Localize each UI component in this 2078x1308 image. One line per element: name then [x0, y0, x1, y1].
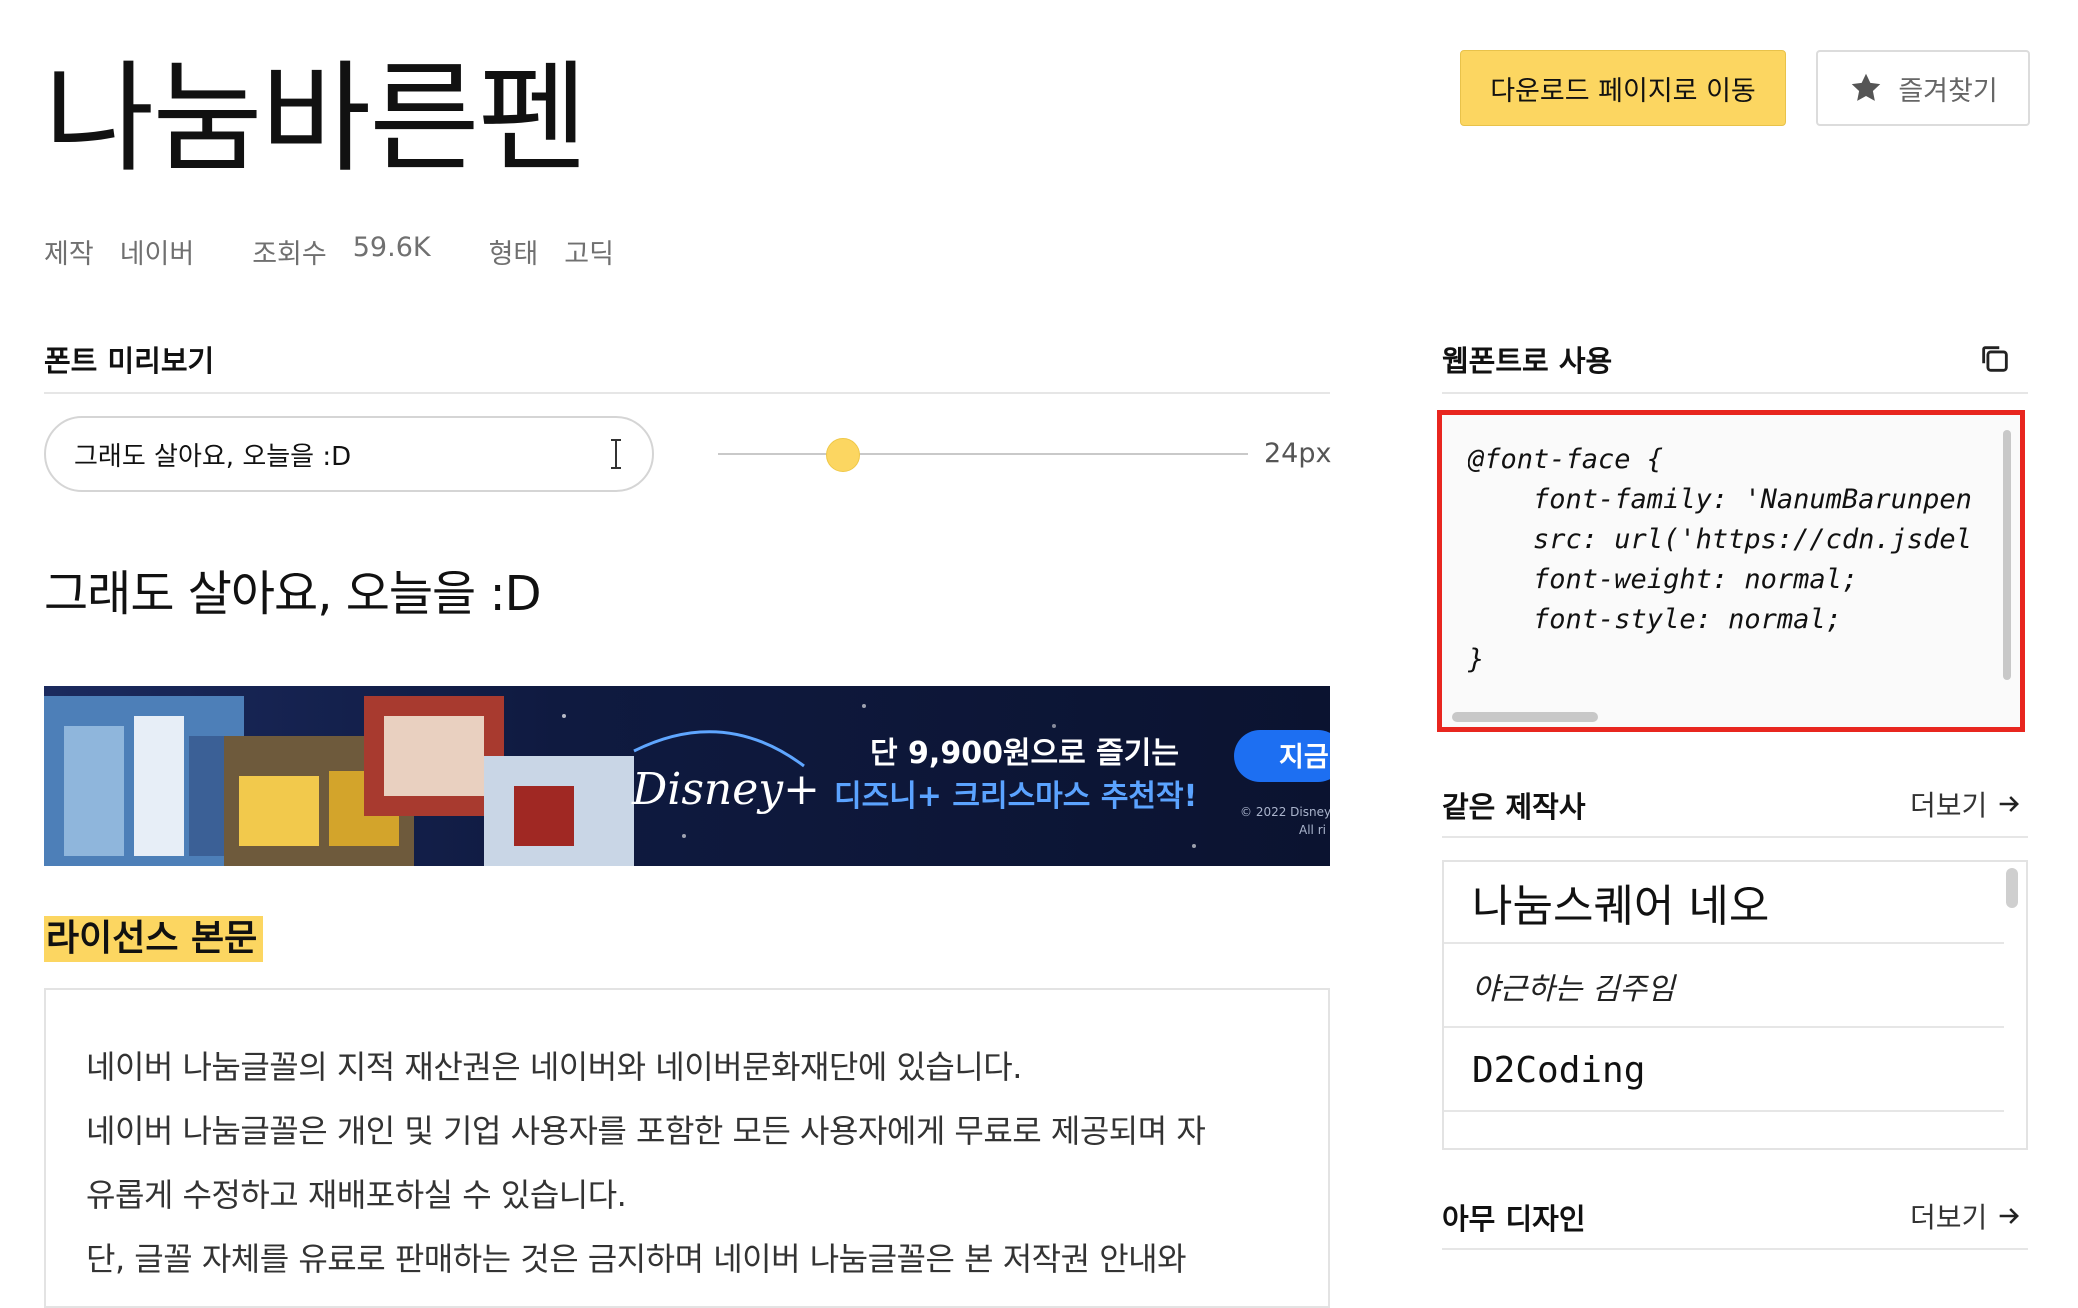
same-maker-list[interactable]: 나눔스퀘어 네오 야근하는 김주임 D2Coding — [1442, 860, 2028, 1150]
list-item[interactable]: 야근하는 김주임 — [1444, 946, 2004, 1028]
list-item-label: D2Coding — [1472, 1049, 1646, 1091]
arrow-right-icon — [1999, 1208, 2020, 1224]
webfont-section-title: 웹폰트로 사용 — [1442, 344, 1613, 378]
meta-views-value: 59.6K — [352, 232, 431, 263]
meta-views-label: 조회수 — [252, 239, 327, 270]
list-scrollbar[interactable] — [2006, 868, 2018, 908]
preview-section-title: 폰트 미리보기 — [44, 344, 215, 378]
font-meta: 제작 네이버 조회수 59.6K 형태 고딕 — [44, 232, 672, 271]
banner-brand: Disney+ — [631, 764, 820, 815]
arrow-right-icon — [1999, 796, 2020, 812]
license-line: 네이버 나눔글꼴의 지적 재산권은 네이버와 네이버문화재단에 있습니다. — [86, 1048, 1022, 1086]
banner-subline: 디즈니+ 크리스마스 추천작! — [834, 779, 1197, 814]
star-icon — [1852, 73, 1881, 101]
font-size-slider-track[interactable] — [718, 453, 1248, 455]
more-link-label: 더보기 — [1910, 1201, 1988, 1234]
license-title: 라이선스 본문 — [44, 916, 264, 962]
preview-rendered-text: 그래도 살아요, 오늘을 :D — [44, 566, 542, 622]
same-maker-more-link[interactable]: 더보기 — [1910, 784, 2023, 824]
meta-maker-label: 제작 — [44, 239, 94, 270]
preview-text-input[interactable] — [72, 438, 606, 470]
download-page-button[interactable]: 다운로드 페이지로 이동 — [1460, 50, 1786, 126]
favorite-label: 즐겨찾기 — [1898, 75, 1998, 107]
amu-divider — [1442, 1248, 2028, 1250]
banner-headline: 단 9,900원으로 즐기는 — [870, 736, 1179, 771]
favorite-button[interactable]: 즐겨찾기 — [1816, 50, 2030, 126]
list-item-label: 야근하는 김주임 — [1472, 972, 1675, 1007]
ad-banner[interactable]: Disney+ 단 9,900원으로 즐기는 디즈니+ 크리스마스 추천작! 지… — [44, 686, 1330, 866]
banner-copyright-2: All ri — [1299, 823, 1326, 837]
list-item[interactable]: 나눔스퀘어 네오 — [1444, 862, 2004, 944]
font-size-slider-thumb[interactable] — [826, 438, 860, 472]
font-title: 나눔바른펜 — [44, 50, 588, 189]
font-size-label: 24px — [1264, 438, 1332, 469]
banner-cta: 지금 — [1279, 742, 1329, 773]
meta-type-value: 고딕 — [564, 239, 614, 270]
meta-maker-value[interactable]: 네이버 — [120, 232, 195, 271]
webfont-divider — [1442, 392, 2028, 394]
text-cursor-icon — [611, 439, 621, 469]
meta-type-label: 형태 — [488, 239, 539, 270]
license-line: 유롭게 수정하고 재배포하실 수 있습니다. — [86, 1176, 627, 1214]
preview-text-field[interactable] — [44, 416, 654, 492]
copy-icon[interactable] — [1978, 342, 2012, 376]
banner-artwork: Disney+ 단 9,900원으로 즐기는 디즈니+ 크리스마스 추천작! 지… — [44, 686, 1330, 866]
license-line: 네이버 나눔글꼴은 개인 및 기업 사용자를 포함한 모든 사용자에게 무료로 … — [86, 1112, 1206, 1150]
amu-section-title: 아무 디자인 — [1442, 1202, 1586, 1236]
code-highlight-outline — [1437, 410, 2025, 732]
license-line: 단, 글꼴 자체를 유료로 판매하는 것은 금지하며 네이버 나눔글꼴은 본 저… — [86, 1240, 1187, 1278]
preview-divider — [44, 392, 1330, 394]
list-item[interactable]: D2Coding — [1444, 1030, 2004, 1112]
banner-copyright: © 2022 Disney — [1240, 805, 1330, 819]
same-maker-divider — [1442, 836, 2028, 838]
list-item-label: 나눔스퀘어 네오 — [1472, 881, 1770, 932]
more-link-label: 더보기 — [1910, 789, 1988, 822]
same-maker-section-title: 같은 제작사 — [1442, 790, 1586, 824]
amu-more-link[interactable]: 더보기 — [1910, 1196, 2023, 1236]
